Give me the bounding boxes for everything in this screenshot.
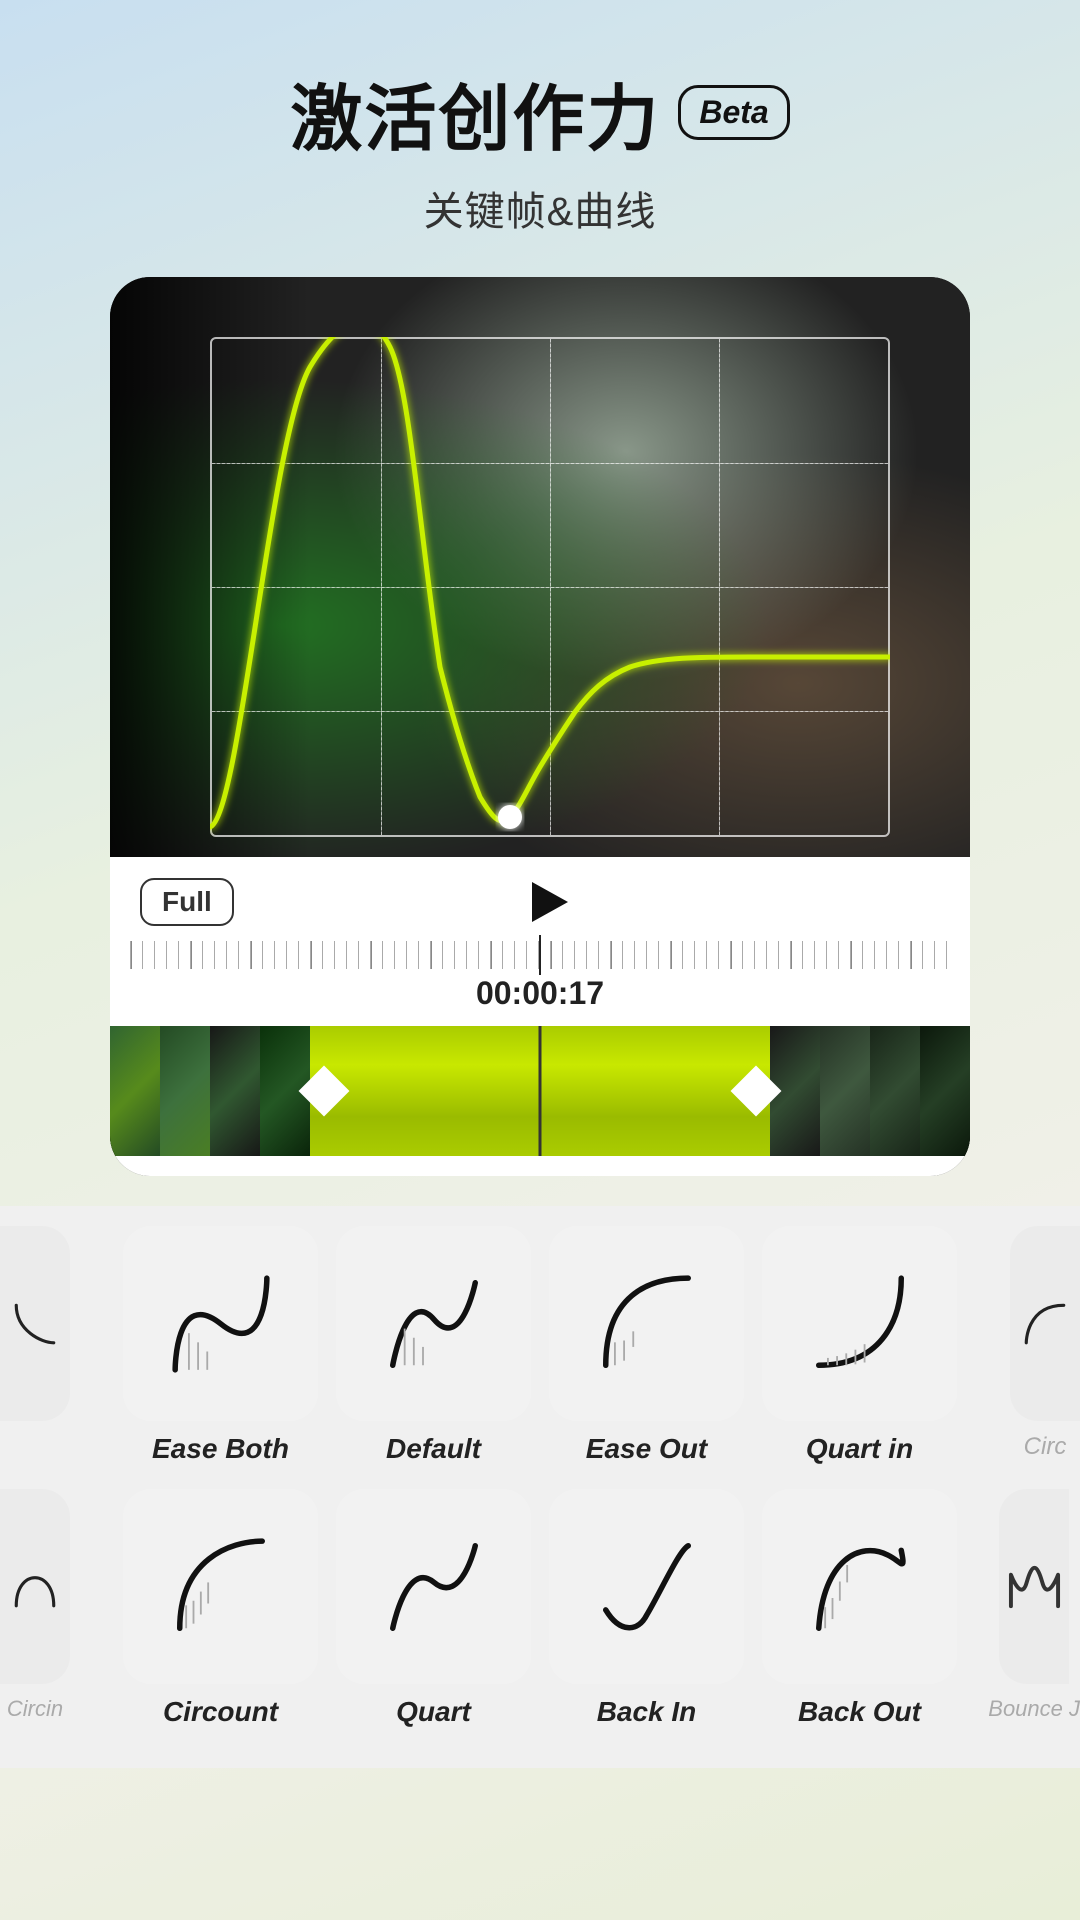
easing-back-in-label: Back In [597,1696,697,1728]
easing-section: Ease Both Default [0,1206,1080,1768]
play-icon [532,882,568,922]
easing-default-label: Default [386,1433,481,1465]
main-title: 激活创作力 [290,60,660,165]
timeline-ruler[interactable] [130,935,950,975]
side-peek-left-row1 [0,1226,70,1433]
side-peek-left-row2: Circin [0,1489,70,1722]
easing-quart[interactable]: Quart [336,1489,531,1728]
easing-ease-both[interactable]: Ease Both [123,1226,318,1465]
easing-back-out-label: Back Out [798,1696,921,1728]
timestamp: 00:00:17 [476,975,604,1021]
side-peek-circin-label: Circin [7,1696,63,1722]
easing-quart-in[interactable]: Quart in [762,1226,957,1465]
full-badge[interactable]: Full [140,878,234,926]
easing-ease-out-label: Ease Out [586,1433,707,1465]
header: 激活创作力 Beta 关键帧&曲线 [290,60,789,237]
play-button[interactable] [522,877,572,927]
curve-svg [210,337,890,837]
easing-circount-label: Circount [163,1696,278,1728]
beta-badge: Beta [678,85,789,141]
easing-circount[interactable]: Circount [123,1489,318,1728]
side-peek-right-row2: Bounce J [988,1489,1080,1722]
video-card: Full 00:00:17 [110,277,970,1176]
film-strip[interactable] [110,1026,970,1156]
easing-ease-out[interactable]: Ease Out [549,1226,744,1465]
subtitle: 关键帧&曲线 [424,179,657,237]
easing-quart-label: Quart [396,1696,471,1728]
easing-default[interactable]: Default [336,1226,531,1465]
side-peek-bounce-label: Bounce J [988,1696,1080,1722]
easing-ease-both-label: Ease Both [152,1433,289,1465]
side-peek-right-row1: Circ [1010,1226,1080,1461]
easing-row2: Circin Circount [0,1489,1080,1728]
easing-back-out[interactable]: Back Out [762,1489,957,1728]
easing-back-in[interactable]: Back In [549,1489,744,1728]
video-area [110,277,970,857]
easing-quart-in-label: Quart in [806,1433,913,1465]
side-peek-circ-label: Circ [1024,1433,1067,1461]
